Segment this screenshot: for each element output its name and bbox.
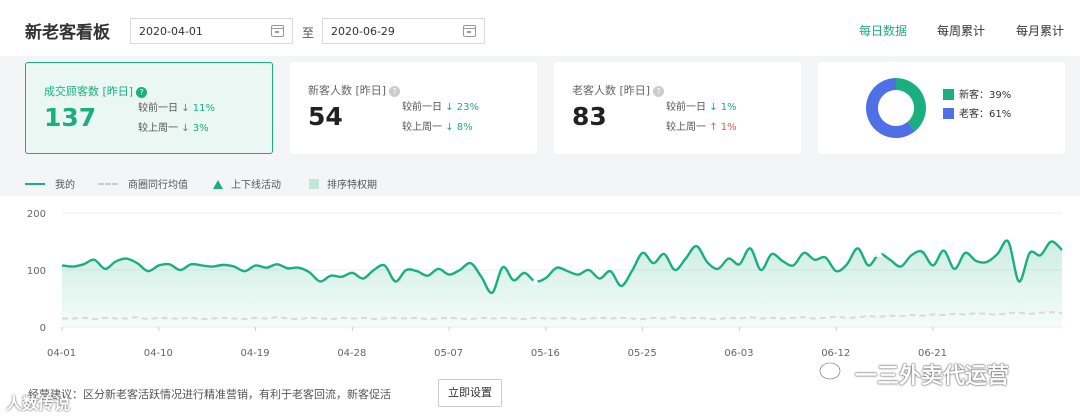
x-tick-label: 04-19 xyxy=(241,348,270,359)
arrow-down-icon: ↓ xyxy=(181,123,190,134)
tab-weekly[interactable]: 每周累计 xyxy=(937,22,985,39)
arrow-down-icon: ↓ xyxy=(709,102,718,113)
donut-chart: 新客：39% 老客：61% xyxy=(866,78,1011,138)
wechat-icon xyxy=(819,362,847,384)
legend-activity[interactable]: 上下线活动 xyxy=(213,176,281,191)
compare-day: 较前一日 ↓ 11% xyxy=(138,103,215,114)
trend-chart: 200 100 0 04-01 04-10 04-19 04-28 05-07 05-16 05… xyxy=(0,196,1080,370)
advice-text: 经营建议：区分新老客活跃情况进行精准营销，有利于老客回流，新客促活 xyxy=(28,388,391,401)
end-date-input[interactable]: 2020-06-29 xyxy=(322,18,485,44)
card-returning-customers[interactable]: 老客人数 [昨日]? 83 较前一日 ↓ 1% 较上周一 ↑ 1% xyxy=(554,62,801,154)
line-icon xyxy=(25,183,45,185)
watermark-left: 人数传说 xyxy=(6,394,71,413)
header-bar: 新老客看板 2020-04-01 至 2020-06-29 每日数据 每周累计 … xyxy=(0,0,1080,56)
x-tick-label: 04-28 xyxy=(337,348,366,359)
card-label: 新客人数 [昨日]? xyxy=(308,82,401,98)
x-tick-label: 06-03 xyxy=(724,348,753,359)
card-new-customers[interactable]: 新客人数 [昨日]? 54 较前一日 ↓ 23% 较上周一 ↓ 8% xyxy=(290,62,537,154)
arrow-down-icon: ↓ xyxy=(445,102,454,113)
legend-swatch-returning xyxy=(943,108,954,119)
start-date-value: 2020-04-01 xyxy=(139,25,203,38)
y-tick-label: 0 xyxy=(40,323,46,334)
help-icon[interactable]: ? xyxy=(653,86,665,97)
card-label: 成交顾客数 [昨日]? xyxy=(44,83,148,99)
legend-label-new: 新客：39% xyxy=(959,88,1011,101)
x-tick-label: 05-07 xyxy=(434,348,463,359)
end-date-value: 2020-06-29 xyxy=(331,25,395,38)
calendar-icon[interactable] xyxy=(463,25,476,37)
x-tick-label: 05-16 xyxy=(531,348,560,359)
card-value: 54 xyxy=(308,102,343,131)
x-tick-label: 04-01 xyxy=(47,348,76,359)
tab-monthly[interactable]: 每月累计 xyxy=(1016,22,1064,39)
legend-label-returning: 老客：61% xyxy=(959,107,1011,120)
legend-rank-period[interactable]: 排序特权期 xyxy=(309,176,377,191)
date-separator: 至 xyxy=(302,26,315,40)
x-tick-label: 05-25 xyxy=(628,348,657,359)
arrow-down-icon: ↓ xyxy=(445,122,454,133)
legend-average[interactable]: 商圈同行均值 xyxy=(98,176,188,191)
card-total-customers[interactable]: 成交顾客数 [昨日]? 137 较前一日 ↓ 11% 较上周一 ↓ 3% xyxy=(25,62,273,154)
set-now-button[interactable]: 立即设置 xyxy=(438,379,502,407)
tab-daily[interactable]: 每日数据 xyxy=(859,22,907,39)
chart-legend: 我的 商圈同行均值 上下线活动 排序特权期 xyxy=(0,176,1080,194)
donut-slice-0 xyxy=(896,78,926,132)
compare-week: 较上周一 ↑ 1% xyxy=(666,122,737,133)
legend-swatch-new xyxy=(943,89,954,100)
card-value: 137 xyxy=(44,103,97,132)
help-icon[interactable]: ? xyxy=(136,87,148,98)
calendar-icon[interactable] xyxy=(271,25,284,37)
y-tick-label: 200 xyxy=(27,209,46,220)
compare-week: 较上周一 ↓ 8% xyxy=(402,122,473,133)
arrow-down-icon: ↓ xyxy=(181,103,190,114)
square-icon xyxy=(309,179,319,189)
dashed-line-icon xyxy=(98,183,118,185)
triangle-icon xyxy=(213,180,223,189)
arrow-up-icon: ↑ xyxy=(709,122,718,133)
compare-week: 较上周一 ↓ 3% xyxy=(138,123,209,134)
watermark-right: 一三外卖代运营 xyxy=(855,364,1010,389)
help-icon[interactable]: ? xyxy=(389,86,401,97)
compare-day: 较前一日 ↓ 1% xyxy=(666,102,737,113)
x-tick-label: 04-10 xyxy=(144,348,173,359)
card-customer-ratio: 新客：39% 老客：61% xyxy=(818,62,1065,154)
compare-day: 较前一日 ↓ 23% xyxy=(402,102,479,113)
trend-chart-svg: 200 100 0 04-01 04-10 04-19 04-28 05-07 05-16 05… xyxy=(27,209,1063,359)
page-title: 新老客看板 xyxy=(25,23,110,43)
legend-mine[interactable]: 我的 xyxy=(25,176,75,191)
x-tick-label: 06-12 xyxy=(821,348,850,359)
card-value: 83 xyxy=(572,102,607,131)
card-label: 老客人数 [昨日]? xyxy=(572,82,665,98)
start-date-input[interactable]: 2020-04-01 xyxy=(130,18,293,44)
y-tick-label: 100 xyxy=(27,266,46,277)
